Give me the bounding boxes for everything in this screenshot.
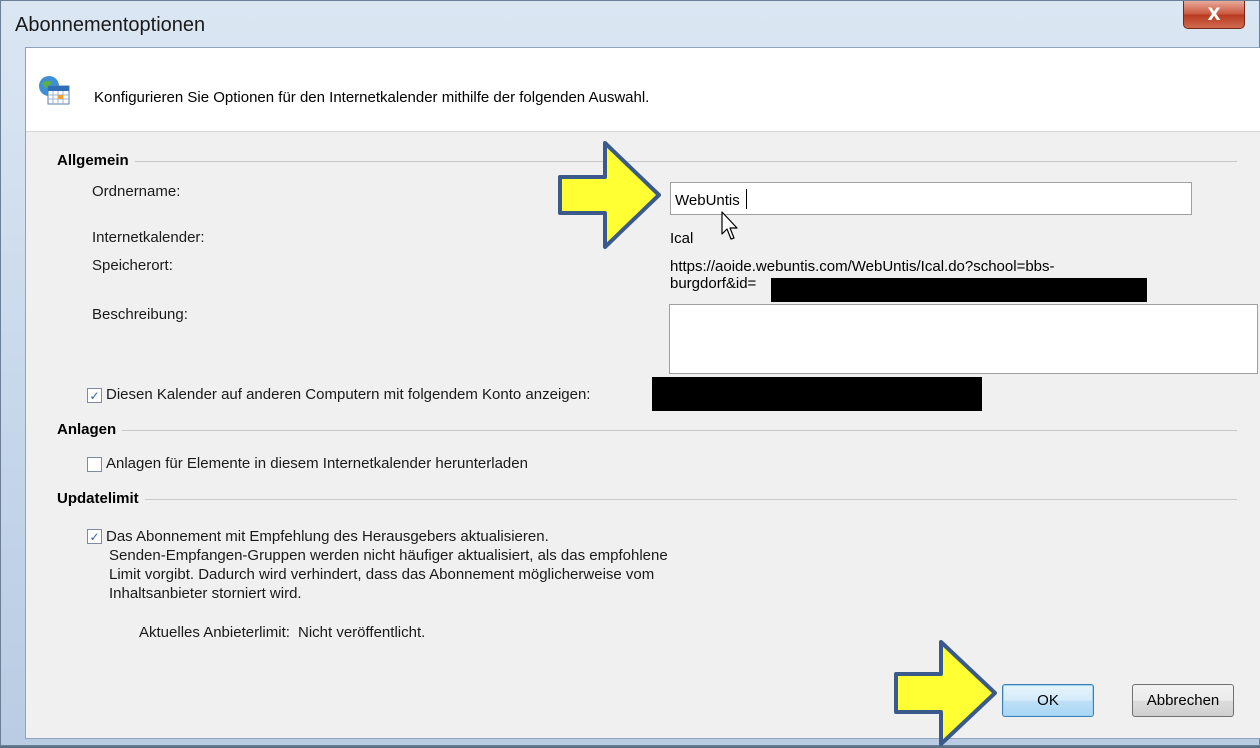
section-separator: [57, 430, 1237, 431]
mouse-pointer-icon: [721, 211, 738, 240]
header-description: Konfigurieren Sie Optionen für den Inter…: [94, 89, 650, 106]
close-icon: X: [1207, 4, 1221, 25]
download-attachments-checkbox[interactable]: [87, 457, 102, 472]
redaction-block: [652, 377, 982, 411]
folder-name-input[interactable]: WebUntis: [670, 182, 1192, 215]
check-mark-icon: ✓: [89, 388, 100, 403]
section-title-allgemein: Allgemein: [57, 152, 135, 169]
check-mark-icon: ✓: [89, 529, 100, 544]
section-separator: [57, 499, 1237, 500]
calendar-globe-icon: [39, 76, 70, 105]
publisher-update-line-4: Inhaltsanbieter storniert wird.: [109, 585, 302, 602]
close-button[interactable]: X: [1183, 1, 1245, 29]
current-limit-label: Aktuelles Anbieterlimit:: [139, 624, 290, 641]
text-caret: [746, 189, 747, 209]
ok-button[interactable]: OK: [1002, 684, 1094, 717]
description-input[interactable]: [669, 304, 1258, 374]
redaction-block: [771, 278, 1147, 302]
folder-name-label: Ordnername:: [92, 183, 181, 200]
internet-calendar-value: Ical: [670, 230, 694, 247]
show-other-computers-checkbox[interactable]: ✓: [87, 388, 102, 403]
publisher-update-line-2: Senden-Empfangen-Gruppen werden nicht hä…: [109, 547, 668, 564]
show-other-computers-label[interactable]: Diesen Kalender auf anderen Computern mi…: [106, 386, 590, 403]
location-label: Speicherort:: [92, 257, 173, 274]
publisher-update-line-3: Limit vorgibt. Dadurch wird verhindert, …: [109, 566, 655, 583]
section-title-updatelimit: Updatelimit: [57, 490, 145, 507]
download-attachments-label[interactable]: Anlagen für Elemente in diesem Internetk…: [106, 455, 528, 472]
dialog-window: Abonnementoptionen X Konfigurieren Sie O…: [0, 0, 1260, 746]
arrow-annotation-icon: [894, 640, 997, 746]
arrow-annotation-icon: [558, 141, 661, 249]
publisher-update-label[interactable]: Das Abonnement mit Empfehlung des Heraus…: [106, 527, 668, 603]
location-line-1: https://aoide.webuntis.com/WebUntis/Ical…: [670, 258, 1055, 275]
window-title: Abonnementoptionen: [15, 14, 206, 36]
publisher-update-line-1: Das Abonnement mit Empfehlung des Heraus…: [106, 528, 549, 545]
description-label: Beschreibung:: [92, 306, 188, 323]
current-limit-value: Nicht veröffentlicht.: [298, 624, 426, 641]
section-title-anlagen: Anlagen: [57, 421, 123, 438]
title-bar[interactable]: Abonnementoptionen X: [1, 1, 1259, 47]
internet-calendar-label: Internetkalender:: [92, 229, 205, 246]
header-band: Konfigurieren Sie Optionen für den Inter…: [26, 48, 1260, 132]
cancel-button[interactable]: Abbrechen: [1132, 684, 1234, 717]
publisher-update-checkbox[interactable]: ✓: [87, 529, 102, 544]
folder-name-value: WebUntis: [675, 192, 740, 209]
